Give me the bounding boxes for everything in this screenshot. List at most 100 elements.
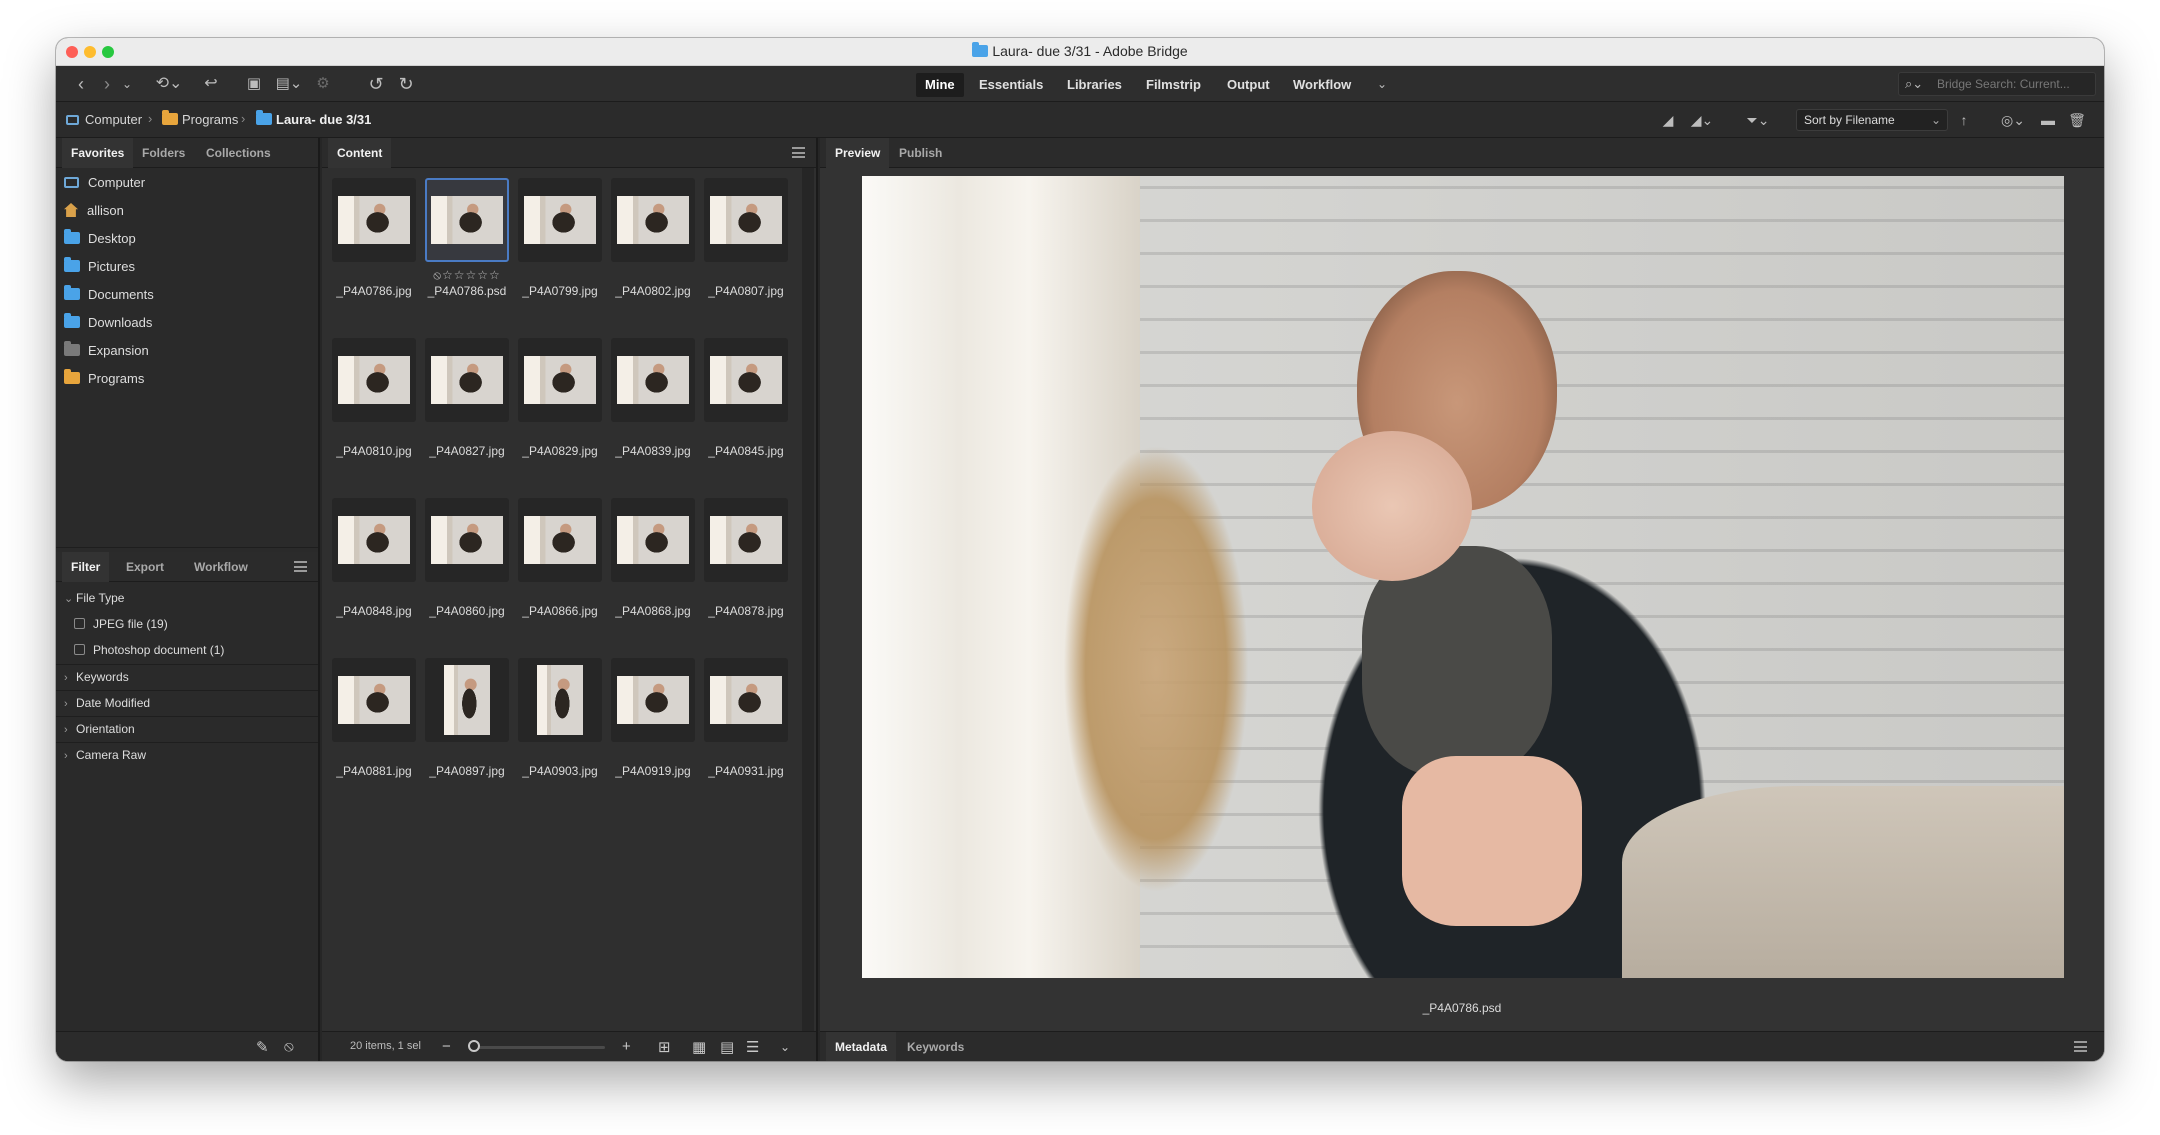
thumbnail-filename[interactable]: _P4A0897.jpg (419, 764, 515, 778)
rating-stars[interactable]: ⦸☆☆☆☆☆ (419, 268, 515, 283)
workspace-more-chevron-icon[interactable]: ⌄ (1374, 74, 1390, 94)
chevron-down-icon[interactable]: ⌄ (780, 1040, 790, 1054)
workspace-workflow[interactable]: Workflow (1284, 73, 1360, 97)
thumbnail-filename[interactable]: _P4A0903.jpg (512, 764, 608, 778)
workspace-essentials[interactable]: Essentials (970, 73, 1052, 97)
sort-by-select[interactable]: Sort by Filename ⌄ (1796, 109, 1948, 131)
thumbnail-filename[interactable]: _P4A0931.jpg (698, 764, 794, 778)
thumbnail[interactable] (518, 658, 602, 742)
thumbnail[interactable] (425, 498, 509, 582)
thumbnail[interactable] (518, 338, 602, 422)
tab-collections[interactable]: Collections (197, 138, 280, 168)
thumbnail-view-icon[interactable]: ▦ (692, 1038, 706, 1056)
thumbnail[interactable] (425, 658, 509, 742)
pin-icon[interactable]: ✎ (256, 1038, 269, 1056)
thumbnail[interactable] (704, 658, 788, 742)
thumbnail[interactable] (332, 498, 416, 582)
favorite-desktop[interactable]: Desktop (64, 228, 136, 250)
filter-file-type[interactable]: ⌄ File Type (64, 588, 124, 608)
recent-files-icon[interactable]: ⟲⌄ (154, 74, 184, 94)
thumbnail-filename[interactable]: _P4A0866.jpg (512, 604, 608, 618)
chevron-down-icon[interactable]: ⌄ (120, 74, 134, 94)
favorite-computer[interactable]: Computer (64, 172, 145, 194)
jpeg-checkbox[interactable] (74, 618, 85, 629)
tab-preview[interactable]: Preview (826, 138, 890, 168)
filter-camera-raw[interactable]: › Camera Raw (64, 745, 146, 765)
rotate-right-icon[interactable]: ↻ (396, 74, 416, 94)
thumbnail-filename[interactable]: _P4A0786.jpg (326, 284, 422, 298)
boomerang-icon[interactable]: ↩ (202, 74, 220, 94)
breadcrumb-current-folder[interactable]: Laura- due 3/31 (256, 110, 371, 127)
thumbnail-filename[interactable]: _P4A0860.jpg (419, 604, 515, 618)
filter-photoshop-document[interactable]: Photoshop document (1) (74, 640, 224, 660)
open-recent-icon[interactable]: ◎⌄ (1996, 110, 2030, 130)
rating-filter-icon[interactable]: ◢⌄ (1686, 110, 1718, 130)
thumbnail-filename[interactable]: _P4A0839.jpg (605, 444, 701, 458)
thumbnail[interactable] (425, 338, 509, 422)
preview-image[interactable] (862, 176, 2064, 978)
thumbnail[interactable] (332, 658, 416, 742)
forward-icon[interactable]: › (98, 74, 116, 94)
tab-filter[interactable]: Filter (62, 552, 110, 582)
thumbnail-size-slider[interactable] (475, 1046, 605, 1049)
tab-favorites[interactable]: Favorites (62, 138, 134, 168)
zoom-in-icon[interactable]: + (622, 1038, 631, 1055)
thumbnail[interactable] (704, 338, 788, 422)
tab-export[interactable]: Export (117, 552, 173, 582)
thumbnail-filename[interactable]: _P4A0799.jpg (512, 284, 608, 298)
get-photos-icon[interactable]: ▣ (244, 74, 264, 94)
tab-folders[interactable]: Folders (133, 138, 194, 168)
refine-icon[interactable]: ▤⌄ (272, 74, 306, 94)
photoshop-checkbox[interactable] (74, 644, 85, 655)
camera-raw-icon[interactable]: ⚙ (314, 74, 332, 94)
slider-handle[interactable] (468, 1040, 480, 1052)
thumbnail[interactable] (704, 178, 788, 262)
workspace-mine[interactable]: Mine (916, 73, 964, 97)
thumbnail-filename[interactable]: _P4A0810.jpg (326, 444, 422, 458)
tab-metadata[interactable]: Metadata (826, 1032, 897, 1061)
back-icon[interactable]: ‹ (72, 74, 90, 94)
sort-ascending-icon[interactable]: ↑ (1956, 110, 1972, 130)
favorite-documents[interactable]: Documents (64, 284, 154, 306)
workspace-filmstrip[interactable]: Filmstrip (1137, 73, 1210, 97)
tab-keywords[interactable]: Keywords (898, 1032, 973, 1061)
thumbnail-filename[interactable]: _P4A0919.jpg (605, 764, 701, 778)
thumbnail[interactable] (518, 178, 602, 262)
thumbnail[interactable] (611, 338, 695, 422)
delete-icon[interactable]: 🗑 (2068, 110, 2086, 130)
thumbnail-filename[interactable]: _P4A0786.psd (419, 284, 515, 298)
thumbnail-filename[interactable]: _P4A0829.jpg (512, 444, 608, 458)
tab-workflow[interactable]: Workflow (185, 552, 257, 582)
tab-publish[interactable]: Publish (890, 138, 951, 168)
zoom-out-icon[interactable]: − (442, 1038, 451, 1055)
filter-orientation[interactable]: › Orientation (64, 719, 135, 739)
list-view-icon[interactable]: ☰ (746, 1038, 759, 1056)
favorite-pictures[interactable]: Pictures (64, 256, 135, 278)
filter-jpeg-file[interactable]: JPEG file (19) (74, 614, 168, 634)
tab-content[interactable]: Content (328, 138, 392, 168)
workspace-libraries[interactable]: Libraries (1058, 73, 1131, 97)
favorite-expansion[interactable]: Expansion (64, 340, 149, 362)
thumbnail-filename[interactable]: _P4A0848.jpg (326, 604, 422, 618)
thumbnail[interactable] (518, 498, 602, 582)
workspace-output[interactable]: Output (1218, 73, 1279, 97)
quality-icon[interactable]: ◢ (1658, 110, 1678, 130)
filter-date-modified[interactable]: › Date Modified (64, 693, 150, 713)
thumbnail[interactable] (425, 178, 509, 262)
panel-menu-icon[interactable] (294, 561, 307, 572)
thumbnail-filename[interactable]: _P4A0827.jpg (419, 444, 515, 458)
bridge-search-input[interactable]: ⌕⌄ Bridge Search: Current... (1898, 72, 2096, 96)
details-view-icon[interactable]: ▤ (720, 1038, 734, 1056)
panel-menu-icon[interactable] (2074, 1041, 2087, 1052)
thumbnail[interactable] (332, 338, 416, 422)
thumbnail[interactable] (611, 178, 695, 262)
filter-items-icon[interactable]: ⏷⌄ (1740, 110, 1776, 130)
favorite-programs[interactable]: Programs (64, 368, 144, 390)
thumbnail-filename[interactable]: _P4A0881.jpg (326, 764, 422, 778)
grid-lock-icon[interactable]: ⊞ (658, 1038, 671, 1056)
filter-keywords[interactable]: › Keywords (64, 667, 129, 687)
thumbnail-filename[interactable]: _P4A0807.jpg (698, 284, 794, 298)
clear-filter-icon[interactable]: ⦸ (284, 1038, 294, 1055)
thumbnail[interactable] (332, 178, 416, 262)
thumbnail-filename[interactable]: _P4A0845.jpg (698, 444, 794, 458)
